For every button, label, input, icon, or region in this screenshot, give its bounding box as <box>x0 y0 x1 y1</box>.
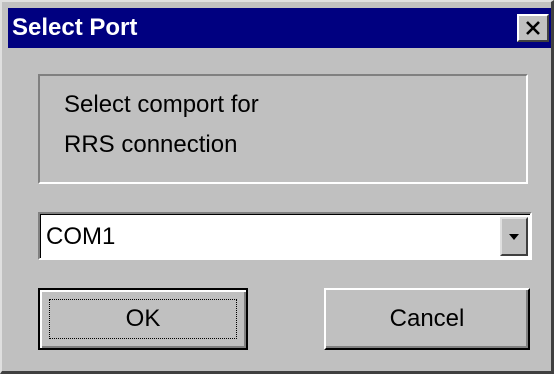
focus-outline <box>49 299 237 339</box>
message-line-1: Select comport for <box>64 91 259 118</box>
message-panel: Select comport for RRS connection <box>38 74 528 184</box>
cancel-button[interactable]: Cancel <box>324 288 530 350</box>
cancel-button-label: Cancel <box>389 305 465 332</box>
chevron-down-icon <box>508 228 520 246</box>
close-button[interactable] <box>517 14 549 42</box>
port-select-dropdown-button[interactable] <box>500 217 528 256</box>
title-bar[interactable]: Select Port <box>8 8 551 48</box>
window-title: Select Port <box>12 14 138 41</box>
port-select-value: COM1 <box>46 223 116 250</box>
port-select[interactable]: COM1 <box>38 212 532 260</box>
message-line-2: RRS connection <box>64 131 238 158</box>
ok-button[interactable]: OK <box>38 288 248 350</box>
close-icon <box>525 21 541 35</box>
select-port-dialog: Select Port Select comport for RRS conne… <box>0 0 554 374</box>
